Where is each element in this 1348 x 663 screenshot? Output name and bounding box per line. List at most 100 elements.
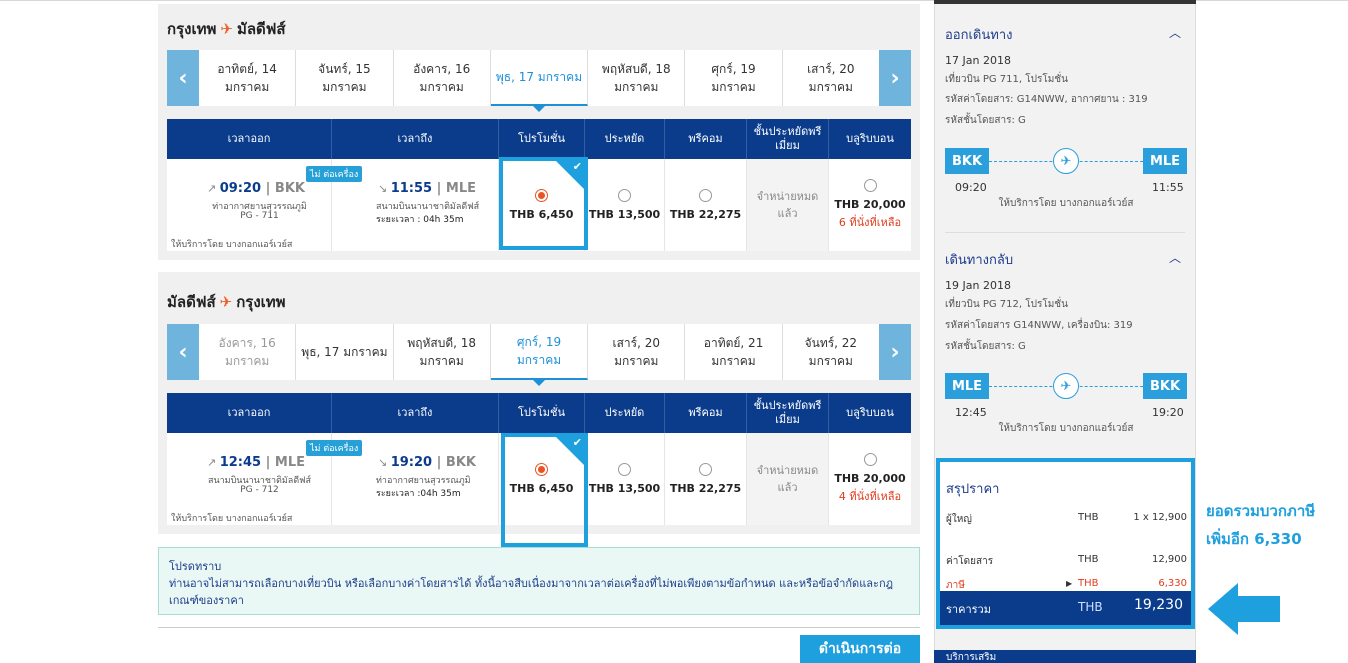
notice-title: โปรดทราบ xyxy=(169,560,222,573)
header-depart: เวลาออก xyxy=(167,393,332,433)
header-premium: พรีคอม xyxy=(665,393,747,433)
outbound-fare-promo[interactable]: THB 6,450 xyxy=(499,159,585,251)
tax-callout: ยอดรวมบวกภาษี เพิ่มอีก 6,330 xyxy=(1206,497,1346,553)
inbound-fare-promo[interactable]: THB 6,450 xyxy=(499,433,585,525)
callout-line-1: ยอดรวมบวกภาษี xyxy=(1206,502,1316,520)
summary-tax-row[interactable]: ภาษี ▶ THB 6,330 xyxy=(946,578,1187,592)
seats-left: 4 ที่นั่งที่เหลือ xyxy=(838,490,902,503)
outbound-arr-code: MLE xyxy=(445,181,477,196)
inbound-date-tab-selected[interactable]: ศุกร์, 19 มกราคม xyxy=(490,324,589,386)
nonstop-badge: ไม่ ต่อเครื่อง xyxy=(306,166,363,182)
outbound-date-tab[interactable]: อาทิตย์, 14 มกราคม xyxy=(199,50,297,106)
sidebar-inbound-heading[interactable]: เดินทางกลับ xyxy=(945,249,1013,270)
fare-price: THB 13,500 xyxy=(588,482,661,495)
fare-radio-selected[interactable] xyxy=(535,189,548,202)
prev-date-arrow-icon[interactable]: ‹ xyxy=(167,324,199,380)
outbound-fare-economy[interactable]: THB 13,500 xyxy=(585,159,665,251)
sidebar-inbound-flight: เที่ยวบิน PG 712, โปรโมชั่น xyxy=(945,299,1068,310)
inbound-date-tab[interactable]: จันทร์, 22 มกราคม xyxy=(783,324,879,380)
prev-date-arrow-icon[interactable]: ‹ xyxy=(167,50,199,106)
inbound-date-tab[interactable]: พฤหัสบดี, 18 มกราคม xyxy=(394,324,491,380)
inbound-flight-number: PG - 712 xyxy=(240,485,279,495)
fare-radio[interactable] xyxy=(863,179,877,192)
header-premium-economy: ชั้นประหยัดพรีเมี่ยม xyxy=(747,393,829,433)
header-arrive: เวลาถึง xyxy=(332,393,499,433)
inbound-fare-economy[interactable]: THB 13,500 xyxy=(585,433,665,525)
chevron-up-icon[interactable]: ︿ xyxy=(1169,249,1181,266)
inbound-arr-airport: ท่าอากาศยานสุวรรณภูมิ xyxy=(376,476,471,486)
inbound-dep-code: MLE xyxy=(274,455,306,470)
header-premium-economy: ชั้นประหยัดพรีเมี่ยม xyxy=(747,119,829,159)
sidebar-inbound-farecode: รหัสค่าโดยสาร G14NWW, เครื่องบิน: 319 xyxy=(945,320,1133,331)
sidebar-inbound-operated: ให้บริการโดย บางกอกแอร์เวย์ส xyxy=(998,423,1134,434)
inbound-fare-header: เวลาออก เวลาถึง โปรโมชั่น ประหยัด พรีคอม… xyxy=(167,393,911,433)
inbound-date-tab[interactable]: เสาร์, 20 มกราคม xyxy=(588,324,686,380)
sidebar-inbound-arr-time: 19:20 xyxy=(1152,406,1184,419)
fare-price: THB 22,275 xyxy=(669,482,742,495)
takeoff-icon: ↗ xyxy=(207,182,217,195)
sidebar-outbound-heading[interactable]: ออกเดินทาง xyxy=(945,24,1012,45)
inbound-section: มัลดีฟส์ ✈ กรุงเทพ ‹ อังคาร, 16 มกราคม พุธ,… xyxy=(158,272,920,534)
caret-right-icon[interactable]: ▶ xyxy=(1066,579,1072,588)
inbound-date-tab[interactable]: อาทิตย์, 21 มกราคม xyxy=(685,324,783,380)
inbound-arr-time: 19:20 xyxy=(390,455,433,470)
inbound-fare-premium[interactable]: THB 22,275 xyxy=(665,433,747,525)
sidebar-inbound-class: รหัสชั้นโดยสาร: G xyxy=(945,341,1026,352)
sidebar-separator xyxy=(945,232,1185,233)
seats-left: 6 ที่นั่งที่เหลือ xyxy=(838,216,902,229)
fare-radio[interactable] xyxy=(618,463,631,476)
outbound-date-tab[interactable]: อังคาร, 16 มกราคม xyxy=(394,50,491,106)
fare-radio[interactable] xyxy=(699,189,712,202)
fare-radio[interactable] xyxy=(699,463,712,476)
plane-icon: ✈ xyxy=(1053,373,1079,399)
outbound-dep-time: 09:20 xyxy=(219,181,262,196)
inbound-origin: มัลดีฟส์ xyxy=(167,293,216,311)
inbound-title: มัลดีฟส์ ✈ กรุงเทพ xyxy=(167,290,286,314)
outbound-dep-code: BKK xyxy=(274,181,305,196)
outbound-date-tab[interactable]: พฤหัสบดี, 18 มกราคม xyxy=(588,50,686,106)
outbound-date-tab[interactable]: จันทร์, 15 มกราคม xyxy=(296,50,394,106)
outbound-section: กรุงเทพ ✈ มัลดีฟส์ ‹ อาทิตย์, 14 มกราคม จัน… xyxy=(158,4,920,260)
fare-radio[interactable] xyxy=(618,189,631,202)
callout-arrow-icon xyxy=(1208,583,1280,635)
nonstop-badge: ไม่ ต่อเครื่อง xyxy=(306,440,363,456)
outbound-arrival-cell: ไม่ ต่อเครื่อง ↘ 11:55 | MLE สนามบินนานา… xyxy=(306,159,499,251)
content-divider xyxy=(158,627,920,628)
sidebar-outbound-class: รหัสชั้นโดยสาร: G xyxy=(945,115,1026,126)
plane-icon: ✈ xyxy=(219,293,233,311)
outbound-flight-number: PG - 711 xyxy=(240,211,279,221)
inbound-date-tab[interactable]: อังคาร, 16 มกราคม xyxy=(199,324,297,380)
sidebar-inbound-to: BKK xyxy=(1143,373,1187,399)
outbound-fare-soldout: จำหน่ายหมดแล้ว xyxy=(747,159,829,251)
summary-total-bar: ราคารวม THB 19,230 xyxy=(940,591,1191,625)
header-economy: ประหยัด xyxy=(585,393,665,433)
total-label: ราคารวม xyxy=(946,603,991,616)
outbound-flight-row: ↗ 09:20 | BKK ท่าอากาศยานสุวรรณภูมิ PG -… xyxy=(167,159,911,251)
summary-title: สรุปราคา xyxy=(946,482,1000,497)
sidebar-extras-bar[interactable]: บริการเสริม xyxy=(934,650,1196,663)
takeoff-icon: ↗ xyxy=(207,456,217,469)
outbound-fare-business[interactable]: THB 20,000 6 ที่นั่งที่เหลือ xyxy=(829,159,911,251)
inbound-date-tab[interactable]: พุธ, 17 มกราคม xyxy=(296,324,394,380)
outbound-date-tab[interactable]: ศุกร์, 19 มกราคม xyxy=(685,50,783,106)
fare-radio-selected[interactable] xyxy=(535,463,548,476)
plane-icon: ✈ xyxy=(1053,148,1079,174)
landing-icon: ↘ xyxy=(378,182,388,195)
chevron-up-icon[interactable]: ︿ xyxy=(1169,24,1181,41)
header-business: บลูริบบอน xyxy=(846,132,894,145)
continue-button[interactable]: ดำเนินการต่อ xyxy=(800,635,920,663)
sidebar-outbound-to: MLE xyxy=(1143,148,1187,174)
next-date-arrow-icon[interactable]: › xyxy=(879,324,911,380)
outbound-fare-premium[interactable]: THB 22,275 xyxy=(665,159,747,251)
fare-price: THB 20,000 xyxy=(834,472,906,485)
outbound-title: กรุงเทพ ✈ มัลดีฟส์ xyxy=(167,17,286,41)
header-premium: พรีคอม xyxy=(665,119,747,159)
header-business: บลูริบบอน xyxy=(846,406,894,419)
fare-radio[interactable] xyxy=(863,453,877,466)
outbound-date-tab-selected[interactable]: พุธ, 17 มกราคม xyxy=(490,50,589,112)
sidebar-outbound-date: 17 Jan 2018 xyxy=(945,54,1011,67)
outbound-date-tab[interactable]: เสาร์, 20 มกราคม xyxy=(783,50,879,106)
next-date-arrow-icon[interactable]: › xyxy=(879,50,911,106)
inbound-fare-business[interactable]: THB 20,000 4 ที่นั่งที่เหลือ xyxy=(829,433,911,525)
inbound-duration: ระยะเวลา :04h 35m xyxy=(376,489,461,499)
